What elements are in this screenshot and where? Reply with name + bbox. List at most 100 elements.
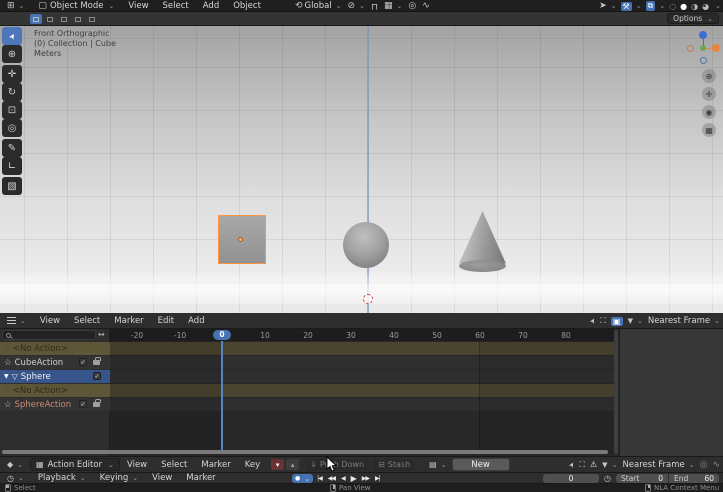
solo-star-icon[interactable]: ☆: [4, 359, 12, 367]
tool-rotate[interactable]: ↻: [2, 83, 22, 101]
menu-view[interactable]: View: [121, 1, 155, 11]
sphere-object[interactable]: [343, 222, 389, 268]
stash-button[interactable]: ⊟ Stash: [373, 459, 415, 471]
ae-proportional-icon[interactable]: ◎: [700, 460, 708, 470]
tool-cursor[interactable]: ⊕: [2, 45, 22, 63]
nla-editor[interactable]: ↔ -20 -10 10 20 30 40 50 60 70 80 0 ⁙ <N…: [0, 329, 723, 456]
mode-dropdown[interactable]: ▢ Object Mode ⌄: [31, 1, 121, 11]
select-mode-extend[interactable]: [44, 14, 56, 24]
dopesheet-mode-dropdown[interactable]: ▦ Action Editor ⌄: [30, 458, 120, 471]
prev-keyframe-button[interactable]: ◀◀: [326, 475, 337, 482]
nla-menu-add[interactable]: Add: [181, 316, 211, 326]
shading-solid-icon[interactable]: ●: [680, 2, 687, 11]
xray-dropdown[interactable]: ⧉ ⌄: [646, 1, 666, 11]
camera-view-button[interactable]: ◉: [702, 105, 716, 119]
channel-cubeaction[interactable]: ☆ CubeAction ✓: [0, 356, 110, 369]
channel-sphere-selected[interactable]: ▼ ▽ Sphere ✓: [0, 370, 110, 383]
channel-search-input[interactable]: [2, 330, 96, 340]
select-mode-invert[interactable]: [72, 14, 84, 24]
auto-keying-button[interactable]: ● ⌄: [292, 474, 313, 483]
toggle-ortho-button[interactable]: ▦: [702, 123, 716, 137]
nla-view-frame-icon[interactable]: ⛶: [600, 316, 606, 326]
timeline-editor-type-button[interactable]: ◷ ⌄: [0, 474, 31, 483]
nla-menu-view[interactable]: View: [33, 316, 67, 326]
orientation-dropdown[interactable]: ⟲ Global ⌄: [295, 1, 342, 11]
axis-gizmo[interactable]: [686, 31, 720, 65]
select-mode-subtract[interactable]: [58, 14, 70, 24]
tool-transform[interactable]: ◎: [2, 119, 22, 137]
object-mute-checkbox[interactable]: ✓: [93, 372, 101, 380]
ae-pointer-icon[interactable]: ➤: [567, 460, 577, 469]
track-mute-checkbox[interactable]: ✓: [79, 400, 87, 408]
axis-x-positive[interactable]: [712, 44, 720, 52]
nla-pointer-icon[interactable]: ➤: [588, 316, 598, 325]
play-reverse-button[interactable]: ◀: [339, 475, 347, 482]
channel-no-action-cube[interactable]: ⁙ <No Action>: [0, 342, 110, 355]
channel-resize-icon[interactable]: ↔: [98, 330, 105, 339]
current-frame-field[interactable]: 0: [543, 474, 599, 483]
channel-no-action-sphere[interactable]: ⁙ <No Action>: [0, 384, 110, 397]
select-mode-new[interactable]: [30, 14, 42, 24]
proportional-edit-icon[interactable]: ◎: [408, 1, 416, 11]
play-button[interactable]: ▶: [349, 474, 358, 483]
cone-object[interactable]: [459, 211, 506, 267]
tl-menu-view[interactable]: View: [145, 473, 179, 483]
nla-sync-icon[interactable]: ▣: [611, 317, 623, 326]
current-frame-badge[interactable]: 0: [213, 330, 231, 340]
horizontal-scrollbar[interactable]: [2, 450, 608, 454]
zoom-button[interactable]: ⊕: [702, 69, 716, 83]
new-action-button[interactable]: New: [452, 458, 510, 471]
dopesheet-editor-type-button[interactable]: ◆ ⌄: [0, 460, 30, 469]
shading-dropdown[interactable]: ⌄: [715, 2, 721, 10]
playhead-line[interactable]: [221, 341, 223, 451]
ae-menu-select[interactable]: Select: [154, 460, 194, 470]
start-frame-field[interactable]: Start 0: [616, 474, 668, 483]
nla-filter-dropdown[interactable]: ▼ ⌄: [628, 317, 643, 325]
menu-add[interactable]: Add: [196, 1, 226, 11]
action-down-button[interactable]: ▾: [271, 459, 284, 470]
shading-material-icon[interactable]: ◑: [691, 2, 698, 11]
3d-viewport[interactable]: Front Orthographic (0) Collection | Cube…: [0, 26, 723, 313]
ae-snap-dropdown[interactable]: Nearest Frame ⌄: [622, 460, 694, 470]
axis-z-negative[interactable]: [700, 57, 707, 64]
snap-target-dropdown[interactable]: ▦ ⌄: [384, 1, 402, 11]
ae-menu-view[interactable]: View: [120, 460, 154, 470]
browse-action-dropdown[interactable]: ▤ ⌄: [429, 460, 446, 469]
axis-y-dot[interactable]: [700, 45, 706, 51]
overlays-dropdown[interactable]: ⚒ ⌄: [621, 2, 642, 11]
jump-to-start-button[interactable]: |◀: [315, 475, 324, 482]
tool-add-cube[interactable]: ▧: [2, 177, 22, 195]
vertical-scrollbar[interactable]: [614, 330, 618, 454]
ae-menu-key[interactable]: Key: [238, 460, 267, 470]
snap-magnet-icon[interactable]: ⊔: [371, 1, 378, 11]
falloff-icon[interactable]: ∿: [422, 1, 430, 11]
track-lock-icon[interactable]: [93, 360, 100, 365]
nla-editor-type-button[interactable]: ⌄: [0, 317, 33, 325]
solo-star-icon[interactable]: ☆: [4, 401, 12, 409]
next-keyframe-button[interactable]: ▶▶: [360, 475, 371, 482]
jump-to-end-button[interactable]: ▶|: [373, 475, 382, 482]
tool-move[interactable]: ✛: [2, 65, 22, 83]
ae-view-frame-icon[interactable]: ⛶: [579, 460, 585, 470]
shading-rendered-icon[interactable]: ◕: [702, 2, 709, 11]
select-mode-intersect[interactable]: [86, 14, 98, 24]
ae-falloff-icon[interactable]: ∿: [712, 460, 720, 470]
nla-menu-marker[interactable]: Marker: [107, 316, 150, 326]
menu-select[interactable]: Select: [156, 1, 196, 11]
nla-menu-edit[interactable]: Edit: [151, 316, 181, 326]
options-button[interactable]: Options ⌄: [667, 13, 719, 24]
end-frame-field[interactable]: End 60: [669, 474, 719, 483]
nla-menu-select[interactable]: Select: [67, 316, 107, 326]
track-mute-checkbox[interactable]: ✓: [79, 358, 87, 366]
tool-measure[interactable]: ∟: [2, 157, 22, 175]
tl-menu-playback[interactable]: Playback⌄: [31, 473, 93, 483]
tl-menu-keying[interactable]: Keying⌄: [93, 473, 145, 483]
shading-wireframe-icon[interactable]: ◌: [669, 2, 676, 11]
editor-type-button[interactable]: ⊞ ⌄: [0, 1, 31, 11]
action-up-button[interactable]: ▴: [286, 459, 299, 470]
menu-object[interactable]: Object: [226, 1, 268, 11]
tool-annotate[interactable]: ✎: [2, 139, 22, 157]
ae-menu-marker[interactable]: Marker: [194, 460, 237, 470]
tl-menu-marker[interactable]: Marker: [179, 473, 222, 483]
nla-snap-dropdown[interactable]: Nearest Frame ⌄: [648, 316, 720, 326]
